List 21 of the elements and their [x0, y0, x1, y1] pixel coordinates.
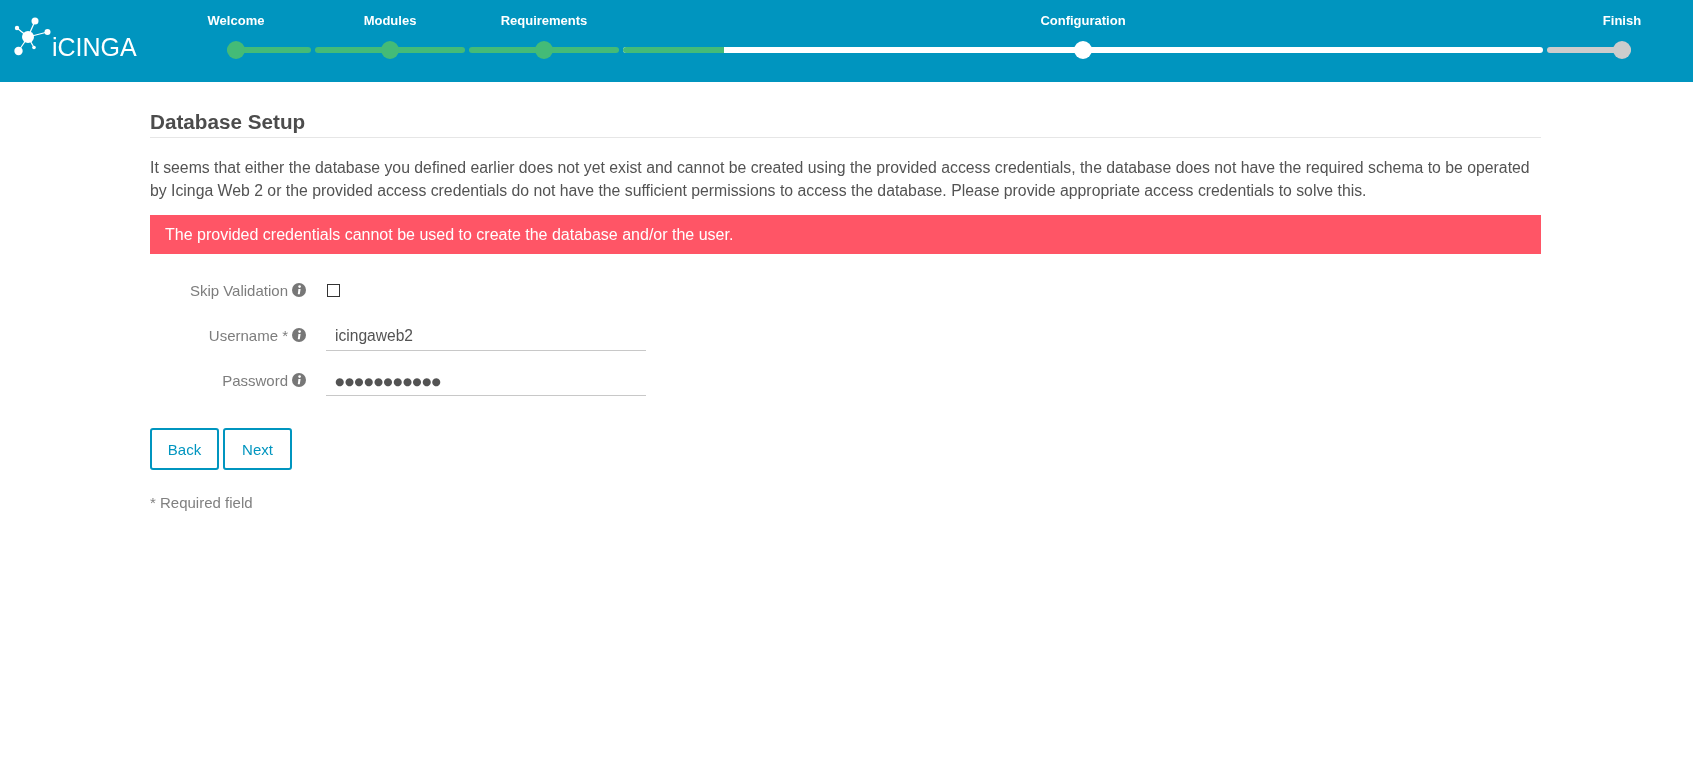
error-message: The provided credentials cannot be used to create the database and/or the user.	[165, 225, 734, 244]
step-label: Requirements	[500, 12, 588, 30]
step-label: Modules	[363, 12, 417, 30]
logo-text: iCINGA	[52, 35, 137, 60]
wizard-button[interactable]: Back	[150, 428, 219, 470]
field-label: Password	[222, 371, 288, 389]
step-label: Welcome	[207, 12, 265, 30]
step-label: Configuration	[1040, 12, 1126, 30]
required-note: * Required field	[150, 494, 254, 511]
checkbox[interactable]	[327, 283, 340, 297]
input-field[interactable]: icingaweb2	[326, 321, 646, 351]
field-label: Username *	[208, 326, 288, 344]
field-label: Skip Validation	[189, 281, 288, 299]
info-icon	[292, 283, 306, 297]
wizard-button[interactable]: Next	[223, 428, 292, 470]
step-label: Finish	[1602, 12, 1642, 30]
page-title: Database Setup	[150, 109, 1541, 138]
info-icon	[292, 328, 306, 342]
password-field[interactable]: ●●●●●●●●●●●	[326, 366, 646, 396]
info-icon	[292, 373, 306, 387]
description-text: It seems that either the database you defined earlier does not yet exist and cannot be created using the provided access credentials, the database does not have the required schema to be operated by Icinga Web 2 or the provided access credentials do not have the sufficient permissions to access the database. Please provide appropriate access credentials to solve this.	[150, 158, 1531, 201]
